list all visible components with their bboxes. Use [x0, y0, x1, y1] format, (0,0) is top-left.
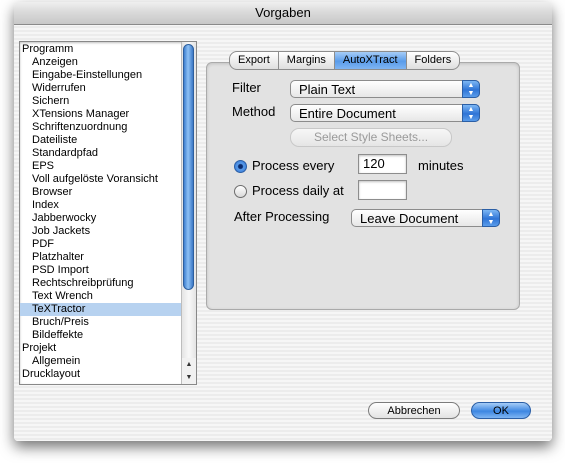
category-items: Programm Anzeigen Eingabe-Einstellungen Wid…	[20, 43, 182, 381]
process-every-input[interactable]: 120	[358, 154, 407, 174]
list-item[interactable]: XTensions Manager	[20, 108, 182, 121]
process-daily-label: Process daily at	[252, 183, 344, 198]
tab-export[interactable]: Export	[229, 51, 279, 70]
list-item[interactable]: Projekt	[20, 342, 182, 355]
list-item[interactable]: Schriftenzuordnung	[20, 121, 182, 134]
list-item[interactable]: Eingabe-Einstellungen	[20, 69, 182, 82]
up-down-arrows-icon: ▲ ▼	[462, 80, 480, 98]
scroll-up-arrow-icon[interactable]: ▲	[182, 358, 196, 371]
list-item[interactable]: Dateiliste	[20, 134, 182, 147]
minutes-label: minutes	[418, 158, 464, 173]
scroll-down-arrow-icon[interactable]: ▼	[182, 371, 196, 384]
filter-popup-value: Plain Text	[299, 82, 356, 97]
process-daily-radio[interactable]	[234, 185, 247, 198]
method-popup[interactable]: Entire Document ▲ ▼	[290, 104, 480, 122]
list-item[interactable]: Standardpfad	[20, 147, 182, 160]
up-down-arrows-icon: ▲ ▼	[462, 104, 480, 122]
method-label: Method	[232, 104, 276, 119]
list-item[interactable]: Index	[20, 199, 182, 212]
list-scrollbar[interactable]: ▲ ▼	[181, 42, 196, 384]
list-item[interactable]: Allgemein	[20, 355, 182, 368]
list-item[interactable]: Browser	[20, 186, 182, 199]
filter-label: Filter	[232, 80, 261, 95]
list-item[interactable]: Rechtschreibprüfung	[20, 277, 182, 290]
tab-bar: Export Margins AutoXTract Folders	[229, 51, 461, 70]
list-item[interactable]: PSD Import	[20, 264, 182, 277]
cancel-button[interactable]: Abbrechen	[368, 402, 460, 419]
list-item[interactable]: Job Jackets	[20, 225, 182, 238]
list-item[interactable]: Widerrufen	[20, 82, 182, 95]
list-item[interactable]: Drucklayout	[20, 368, 182, 381]
tab-margins[interactable]: Margins	[278, 51, 335, 70]
up-down-arrows-icon: ▲ ▼	[482, 209, 500, 227]
tab-folders[interactable]: Folders	[406, 51, 461, 70]
list-item[interactable]: Bruch/Preis	[20, 316, 182, 329]
scrollbar-thumb[interactable]	[183, 44, 194, 290]
list-item[interactable]: Sichern	[20, 95, 182, 108]
list-item[interactable]: Anzeigen	[20, 56, 182, 69]
method-popup-value: Entire Document	[299, 106, 396, 121]
after-processing-popup-value: Leave Document	[360, 211, 459, 226]
after-processing-popup[interactable]: Leave Document ▲ ▼	[351, 209, 500, 227]
ok-button[interactable]: OK	[471, 402, 531, 419]
list-item[interactable]: Text Wrench	[20, 290, 182, 303]
list-item[interactable]: Jabberwocky	[20, 212, 182, 225]
list-item[interactable]: PDF	[20, 238, 182, 251]
list-item[interactable]: Programm	[20, 43, 182, 56]
process-every-radio[interactable]	[234, 160, 247, 173]
list-item[interactable]: EPS	[20, 160, 182, 173]
filter-popup[interactable]: Plain Text ▲ ▼	[290, 80, 480, 98]
list-item[interactable]: Bildeffekte	[20, 329, 182, 342]
process-every-label: Process every	[252, 158, 335, 173]
preferences-category-list[interactable]: Programm Anzeigen Eingabe-Einstellungen Wid…	[19, 41, 197, 385]
process-daily-input[interactable]	[358, 180, 407, 200]
select-style-sheets-button[interactable]: Select Style Sheets...	[290, 128, 452, 147]
window-title: Vorgaben	[14, 2, 552, 25]
list-item[interactable]: Platzhalter	[20, 251, 182, 264]
after-processing-label: After Processing	[234, 209, 330, 224]
list-item[interactable]: Voll aufgelöste Voransicht	[20, 173, 182, 186]
list-item[interactable]: TeXTractor	[20, 303, 182, 316]
tab-autoxtract[interactable]: AutoXTract	[334, 51, 407, 70]
